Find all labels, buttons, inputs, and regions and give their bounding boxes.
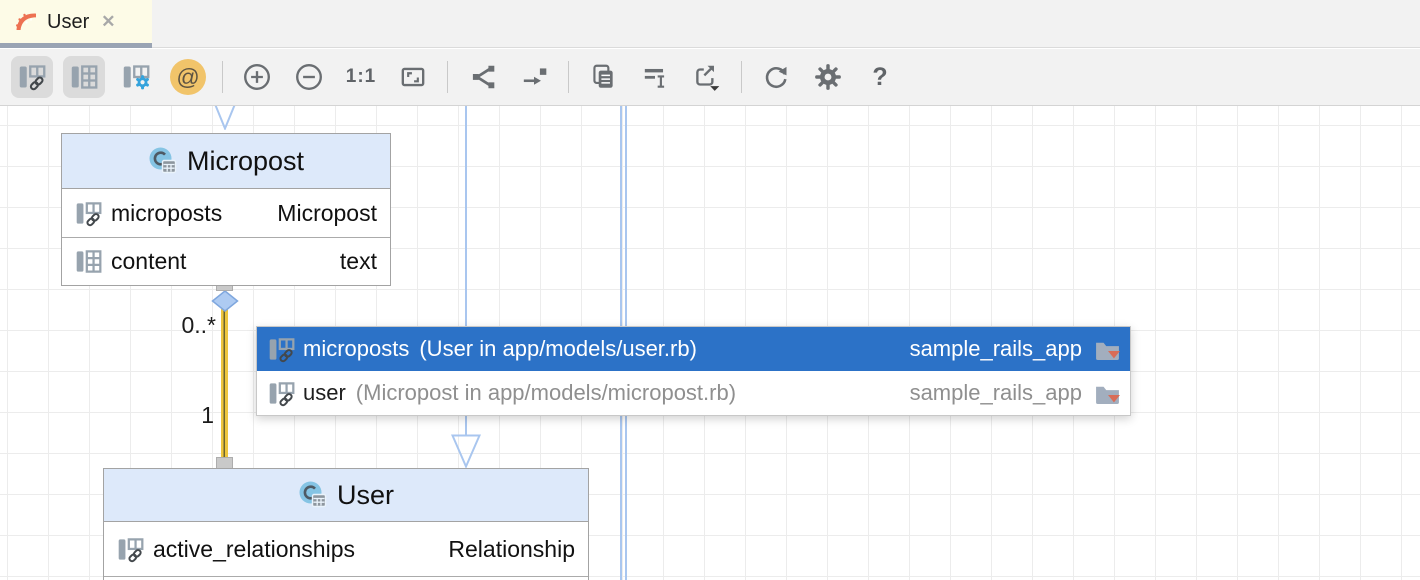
show-fields-button[interactable] (63, 56, 105, 98)
copy-diagram-button[interactable] (582, 56, 624, 98)
row-name: content (111, 248, 186, 275)
inheritance-arrow-icon (451, 434, 481, 468)
toolbar-separator (741, 61, 742, 93)
entity-row-association[interactable] (104, 576, 588, 580)
edit-properties-button[interactable] (634, 56, 676, 98)
show-mnemonics-button[interactable]: @ (167, 56, 209, 98)
models-folder-icon (1094, 336, 1121, 363)
entity-row-association[interactable]: microposts Micropost (62, 189, 390, 237)
zoom-out-button[interactable] (288, 56, 330, 98)
row-type: Micropost (277, 200, 377, 227)
entity-micropost[interactable]: Micropost microposts Micropost content t… (61, 133, 391, 286)
aggregation-diamond-icon (211, 290, 239, 312)
export-diagram-button[interactable] (686, 56, 728, 98)
entity-header[interactable]: User (104, 469, 588, 522)
rails-logo-icon (13, 9, 39, 35)
table-fields-icon (70, 63, 98, 91)
show-associations-button[interactable] (11, 56, 53, 98)
popup-item-microposts[interactable]: microposts (User in app/models/user.rb) … (257, 327, 1130, 371)
inheritance-arrow-icon (210, 106, 240, 130)
refresh-icon (761, 62, 791, 92)
entity-row-association[interactable]: active_relationships Relationship (104, 522, 588, 576)
active-tab-underline (0, 43, 152, 48)
toolbar-separator (447, 61, 448, 93)
row-name: active_relationships (153, 536, 355, 563)
edit-lines-icon (640, 62, 670, 92)
fit-content-icon (398, 62, 428, 92)
zoom-in-icon (242, 62, 272, 92)
route-edge-icon (519, 62, 549, 92)
selected-association-edge[interactable] (221, 309, 228, 462)
multiplicity-label-source: 0..* (152, 312, 216, 339)
popup-item-module: sample_rails_app (910, 380, 1082, 406)
diagram-toolbar: @ 1:1 (0, 49, 1420, 106)
zoom-out-icon (294, 62, 324, 92)
table-gear-icon (122, 63, 150, 91)
refresh-button[interactable] (755, 56, 797, 98)
field-icon (75, 248, 102, 275)
association-icon (117, 536, 144, 563)
settings-button[interactable] (807, 56, 849, 98)
layout-icon (467, 62, 497, 92)
toolbar-separator (222, 61, 223, 93)
model-icon (298, 480, 328, 510)
entity-row-field[interactable]: content text (62, 237, 390, 285)
close-icon[interactable]: ✕ (101, 12, 115, 32)
popup-item-user[interactable]: user (Micropost in app/models/micropost.… (257, 371, 1130, 415)
multiplicity-label-target: 1 (186, 402, 214, 429)
export-icon (692, 62, 722, 92)
popup-item-detail: (Micropost in app/models/micropost.rb) (356, 380, 736, 406)
entity-header[interactable]: Micropost (62, 134, 390, 189)
at-icon: @ (170, 59, 206, 95)
popup-item-detail: (User in app/models/user.rb) (419, 336, 697, 362)
popup-item-module: sample_rails_app (910, 336, 1082, 362)
diagram-canvas[interactable]: 0..* 1 Micropost microposts Micropost co… (0, 106, 1420, 580)
association-icon (268, 336, 295, 363)
visibility-settings-button[interactable] (115, 56, 157, 98)
popup-item-name: microposts (303, 336, 409, 362)
association-popup: microposts (User in app/models/user.rb) … (256, 326, 1131, 416)
tab-user[interactable]: User ✕ (0, 0, 152, 48)
fit-content-button[interactable] (392, 56, 434, 98)
table-link-icon (18, 63, 46, 91)
row-type: Relationship (448, 536, 575, 563)
entity-title: User (337, 480, 394, 511)
help-button[interactable]: ? (859, 56, 901, 98)
model-icon (148, 146, 178, 176)
popup-item-name: user (303, 380, 346, 406)
actual-size-button[interactable]: 1:1 (340, 56, 382, 98)
zoom-in-button[interactable] (236, 56, 278, 98)
toolbar-separator (568, 61, 569, 93)
entity-user[interactable]: User active_relationships Relationship (103, 468, 589, 580)
association-icon (268, 380, 295, 407)
row-type: text (340, 248, 377, 275)
gear-icon (813, 62, 843, 92)
apply-layout-button[interactable] (461, 56, 503, 98)
row-name: microposts (111, 200, 222, 227)
actual-size-label: 1:1 (346, 66, 376, 88)
route-edges-button[interactable] (513, 56, 555, 98)
models-folder-icon (1094, 380, 1121, 407)
association-icon (75, 200, 102, 227)
editor-tab-bar: User ✕ (0, 0, 1420, 48)
help-icon: ? (872, 63, 887, 92)
tab-label: User (47, 11, 89, 34)
copy-icon (588, 62, 618, 92)
entity-title: Micropost (187, 146, 304, 177)
